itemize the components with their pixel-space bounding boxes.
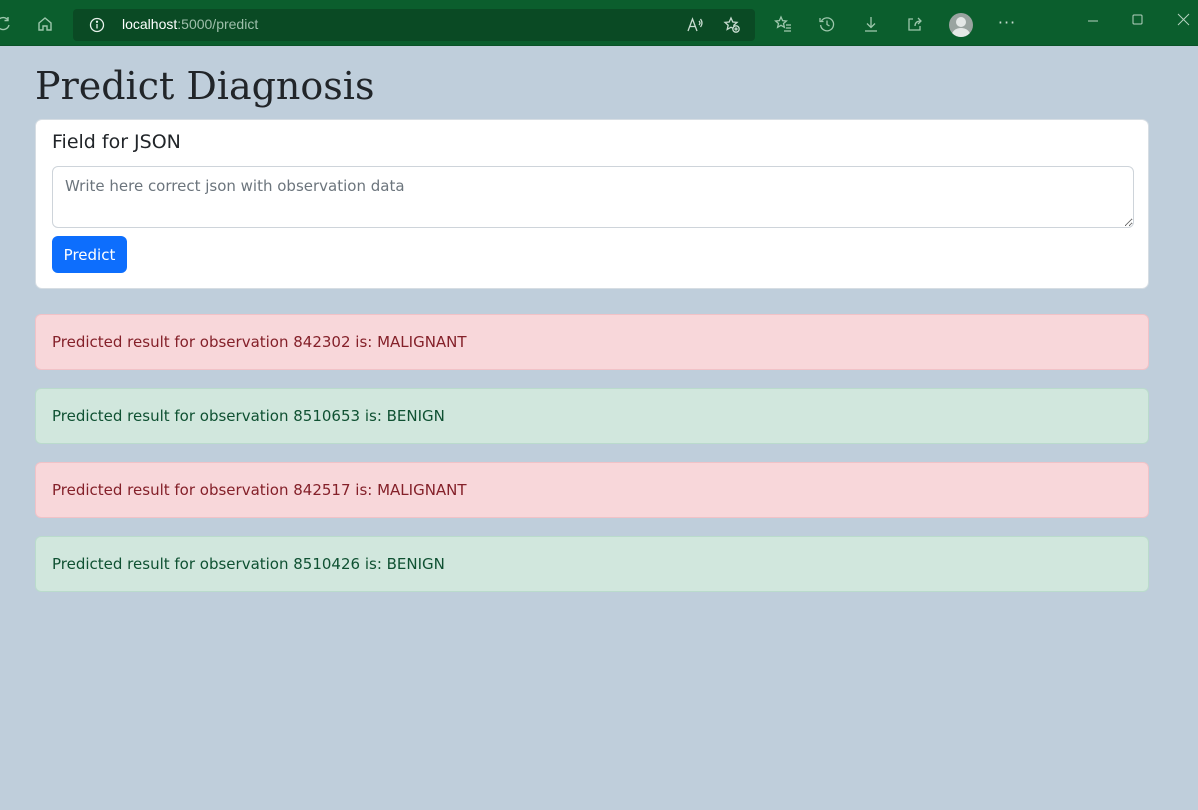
json-input[interactable] bbox=[52, 166, 1134, 228]
more-options-icon[interactable]: ··· bbox=[993, 11, 1021, 35]
result-alert: Predicted result for observation 8510426… bbox=[35, 536, 1149, 592]
result-text: Predicted result for observation 8510426… bbox=[52, 555, 445, 573]
favorites-icon[interactable] bbox=[768, 9, 798, 39]
json-form-card: Field for JSON Predict bbox=[35, 119, 1149, 289]
json-field-label: Field for JSON bbox=[52, 131, 181, 153]
result-text: Predicted result for observation 8510653… bbox=[52, 407, 445, 425]
site-info-icon[interactable] bbox=[89, 17, 105, 33]
read-aloud-icon[interactable] bbox=[686, 16, 704, 34]
refresh-icon[interactable] bbox=[0, 9, 18, 39]
downloads-icon[interactable] bbox=[856, 9, 886, 39]
result-alert: Predicted result for observation 842517 … bbox=[35, 462, 1149, 518]
minimize-icon[interactable] bbox=[1084, 10, 1104, 30]
url-text[interactable]: localhost:5000/predict bbox=[122, 16, 258, 32]
history-icon[interactable] bbox=[812, 9, 842, 39]
close-icon[interactable] bbox=[1174, 10, 1194, 30]
predict-button[interactable]: Predict bbox=[52, 236, 127, 273]
share-icon[interactable] bbox=[900, 9, 930, 39]
home-icon[interactable] bbox=[30, 9, 60, 39]
result-text: Predicted result for observation 842302 … bbox=[52, 333, 467, 351]
result-alert: Predicted result for observation 842302 … bbox=[35, 314, 1149, 370]
result-alert: Predicted result for observation 8510653… bbox=[35, 388, 1149, 444]
page-title: Predict Diagnosis bbox=[35, 64, 375, 108]
add-favorite-icon[interactable] bbox=[723, 16, 741, 34]
result-text: Predicted result for observation 842517 … bbox=[52, 481, 467, 499]
url-host: localhost bbox=[122, 16, 178, 32]
address-bar[interactable]: localhost:5000/predict bbox=[73, 9, 755, 41]
profile-avatar-icon[interactable] bbox=[949, 13, 973, 37]
url-path: :5000/predict bbox=[177, 16, 259, 32]
maximize-icon[interactable] bbox=[1129, 10, 1149, 30]
browser-toolbar: localhost:5000/predict ··· bbox=[0, 0, 1198, 46]
